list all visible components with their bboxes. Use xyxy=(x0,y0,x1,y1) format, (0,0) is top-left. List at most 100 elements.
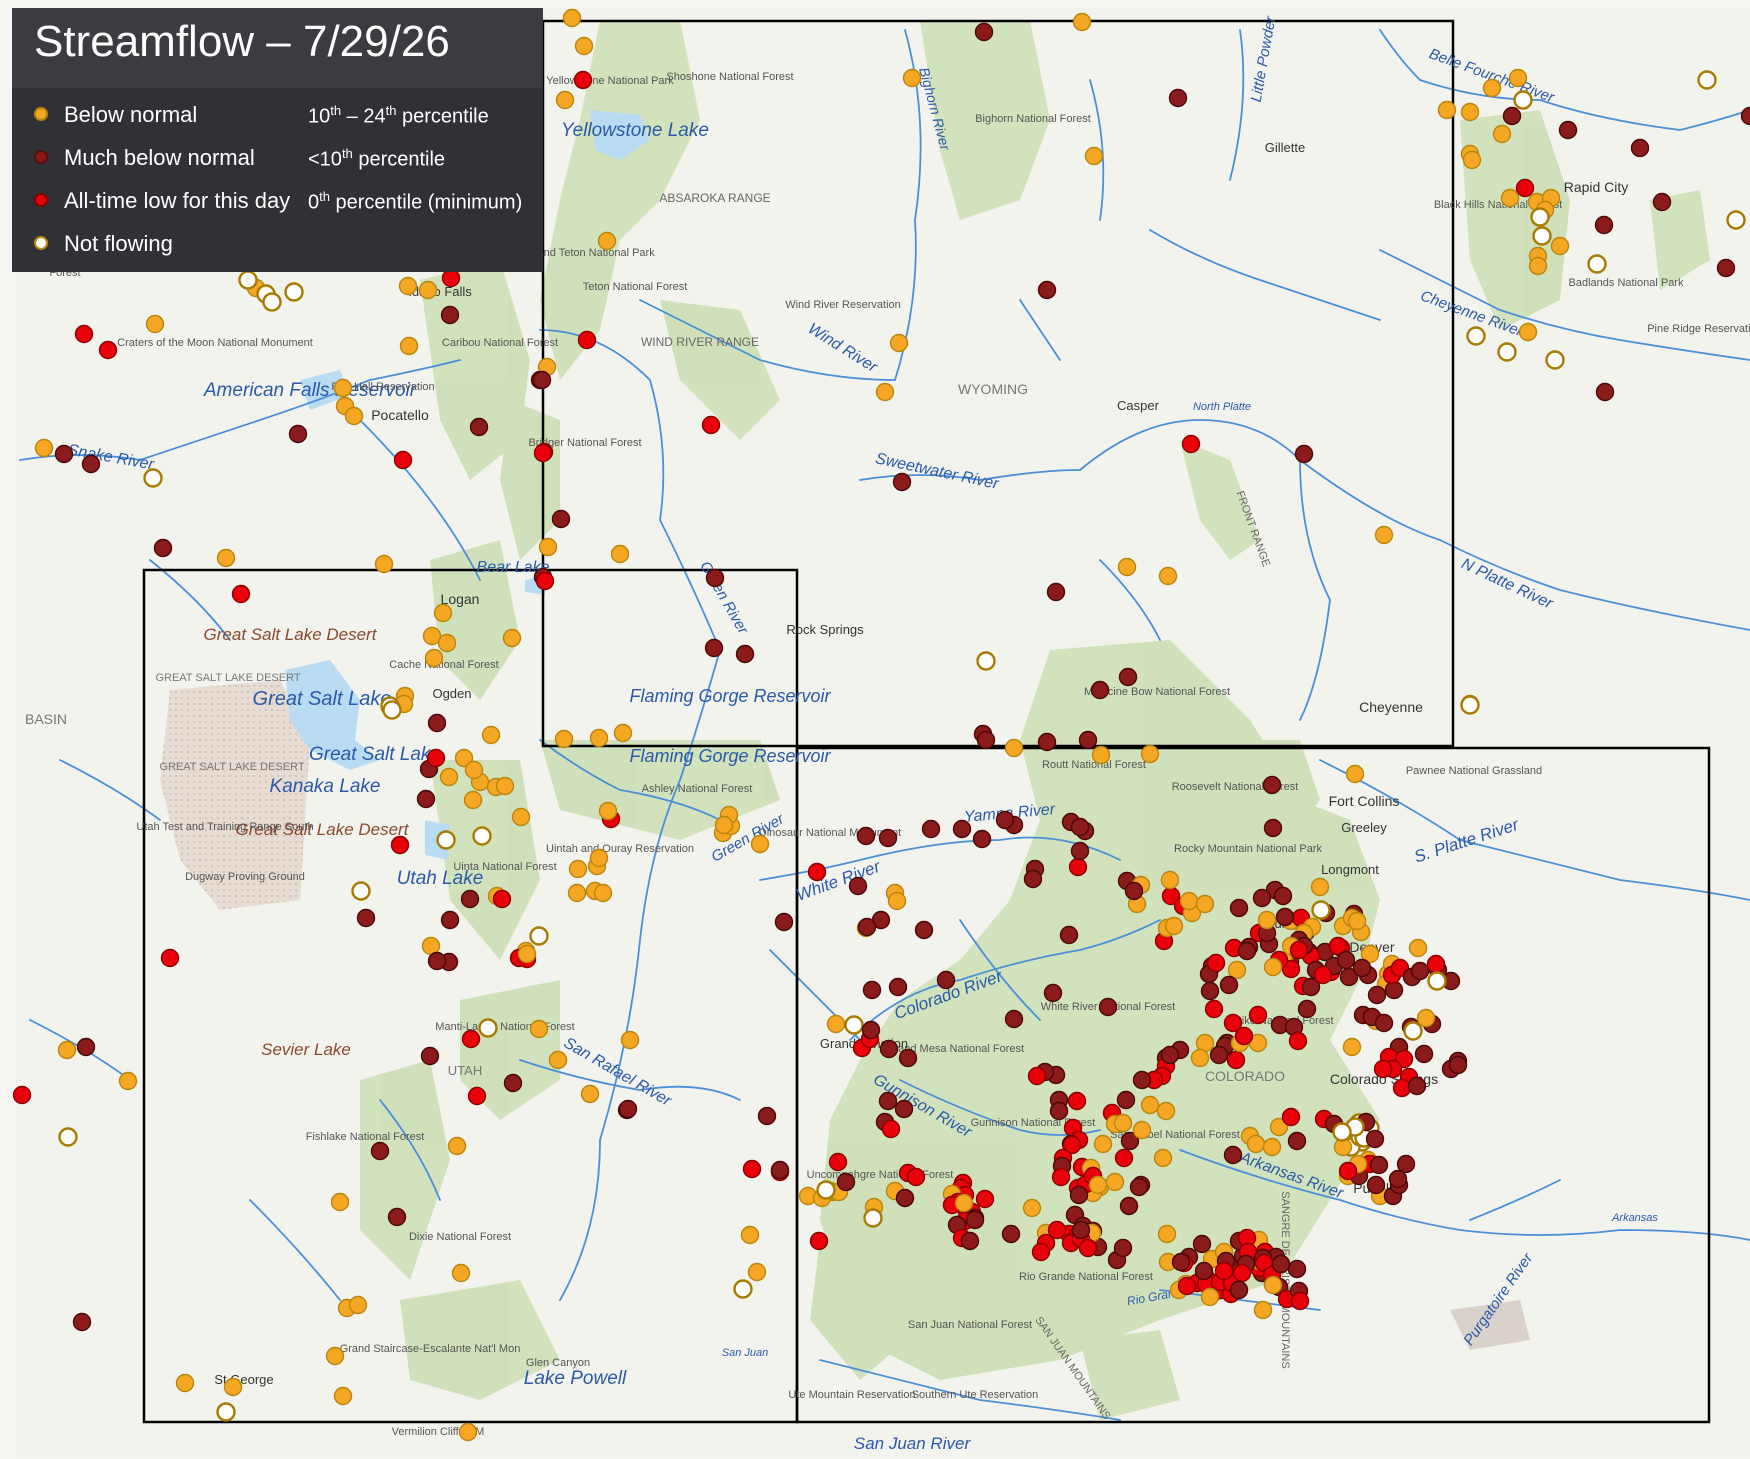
gauge-much-below-normal[interactable] xyxy=(892,472,912,492)
gauge-not-flowing[interactable] xyxy=(351,881,371,901)
gauge-all-time-low[interactable] xyxy=(828,1152,848,1172)
gauge-below-normal[interactable] xyxy=(1408,938,1428,958)
gauge-much-below-normal[interactable] xyxy=(921,819,941,839)
gauge-below-normal[interactable] xyxy=(1263,1275,1283,1295)
gauge-much-below-normal[interactable] xyxy=(1209,1045,1229,1065)
gauge-all-time-low[interactable] xyxy=(1313,965,1333,985)
gauge-all-time-low[interactable] xyxy=(1288,1031,1308,1051)
gauge-much-below-normal[interactable] xyxy=(427,713,447,733)
gauge-much-below-normal[interactable] xyxy=(153,538,173,558)
gauge-below-normal[interactable] xyxy=(1227,960,1247,980)
gauge-much-below-normal[interactable] xyxy=(1116,1090,1136,1110)
gauge-much-below-normal[interactable] xyxy=(503,1073,523,1093)
gauge-below-normal[interactable] xyxy=(374,554,394,574)
gauge-below-normal[interactable] xyxy=(875,382,895,402)
gauge-below-normal[interactable] xyxy=(747,1262,767,1282)
gauge-below-normal[interactable] xyxy=(145,314,165,334)
gauge-all-time-low[interactable] xyxy=(1234,1026,1254,1046)
gauge-much-below-normal[interactable] xyxy=(1171,1252,1191,1272)
gauge-much-below-normal[interactable] xyxy=(1384,980,1404,1000)
gauge-below-normal[interactable] xyxy=(1132,1120,1152,1140)
gauge-below-normal[interactable] xyxy=(1093,1134,1113,1154)
gauge-below-normal[interactable] xyxy=(1164,916,1184,936)
gauge-much-below-normal[interactable] xyxy=(416,789,436,809)
gauge-below-normal[interactable] xyxy=(1156,1101,1176,1121)
gauge-below-normal[interactable] xyxy=(613,723,633,743)
gauge-below-normal[interactable] xyxy=(348,1295,368,1315)
gauge-below-normal[interactable] xyxy=(1113,1113,1133,1133)
gauge-below-normal[interactable] xyxy=(1508,68,1528,88)
gauge-below-normal[interactable] xyxy=(593,883,613,903)
gauge-much-below-normal[interactable] xyxy=(460,889,480,909)
gauge-all-time-low[interactable] xyxy=(701,415,721,435)
gauge-all-time-low[interactable] xyxy=(1204,999,1224,1019)
gauge-much-below-normal[interactable] xyxy=(1414,1044,1434,1064)
gauge-not-flowing[interactable] xyxy=(1311,900,1331,920)
gauge-all-time-low[interactable] xyxy=(441,268,461,288)
gauge-not-flowing[interactable] xyxy=(382,700,402,720)
gauge-not-flowing[interactable] xyxy=(143,468,163,488)
gauge-much-below-normal[interactable] xyxy=(1410,961,1430,981)
gauge-below-normal[interactable] xyxy=(1088,1175,1108,1195)
gauge-below-normal[interactable] xyxy=(580,1084,600,1104)
gauge-below-normal[interactable] xyxy=(517,944,537,964)
gauge-much-below-normal[interactable] xyxy=(878,828,898,848)
gauge-below-normal[interactable] xyxy=(1500,188,1520,208)
gauge-much-below-normal[interactable] xyxy=(1366,1175,1386,1195)
gauge-below-normal[interactable] xyxy=(1022,1198,1042,1218)
gauge-all-time-low[interactable] xyxy=(1181,434,1201,454)
gauge-all-time-low[interactable] xyxy=(1392,1078,1412,1098)
gauge-below-normal[interactable] xyxy=(1492,124,1512,144)
gauge-below-normal[interactable] xyxy=(424,648,444,668)
gauge-much-below-normal[interactable] xyxy=(894,1099,914,1119)
gauge-much-below-normal[interactable] xyxy=(1448,1055,1468,1075)
gauge-all-time-low[interactable] xyxy=(807,862,827,882)
gauge-not-flowing[interactable] xyxy=(284,282,304,302)
gauge-below-normal[interactable] xyxy=(1157,1224,1177,1244)
gauge-much-below-normal[interactable] xyxy=(974,22,994,42)
gauge-below-normal[interactable] xyxy=(1158,566,1178,586)
gauge-much-below-normal[interactable] xyxy=(420,1046,440,1066)
gauge-below-normal[interactable] xyxy=(216,548,236,568)
gauge-below-normal[interactable] xyxy=(1200,1287,1220,1307)
gauge-much-below-normal[interactable] xyxy=(1595,382,1615,402)
gauge-below-normal[interactable] xyxy=(1140,744,1160,764)
gauge-much-below-normal[interactable] xyxy=(1113,1238,1133,1258)
gauge-much-below-normal[interactable] xyxy=(757,1106,777,1126)
gauge-not-flowing[interactable] xyxy=(863,1208,883,1228)
gauge-below-normal[interactable] xyxy=(330,1192,350,1212)
gauge-below-normal[interactable] xyxy=(538,537,558,557)
gauge-much-below-normal[interactable] xyxy=(770,1160,790,1180)
gauge-all-time-low[interactable] xyxy=(98,340,118,360)
gauge-much-below-normal[interactable] xyxy=(1219,975,1239,995)
gauge-all-time-low[interactable] xyxy=(1031,1242,1051,1262)
gauge-much-below-normal[interactable] xyxy=(1273,886,1293,906)
gauge-all-time-low[interactable] xyxy=(1206,953,1226,973)
gauge-much-below-normal[interactable] xyxy=(618,1099,638,1119)
gauge-all-time-low[interactable] xyxy=(1248,1005,1268,1025)
gauge-below-normal[interactable] xyxy=(568,859,588,879)
gauge-below-normal[interactable] xyxy=(1179,891,1199,911)
gauge-not-flowing[interactable] xyxy=(1497,342,1517,362)
gauge-much-below-normal[interactable] xyxy=(440,910,460,930)
gauge-below-normal[interactable] xyxy=(826,1014,846,1034)
gauge-much-below-normal[interactable] xyxy=(1070,841,1090,861)
gauge-all-time-low[interactable] xyxy=(492,889,512,909)
gauge-below-normal[interactable] xyxy=(548,1050,568,1070)
gauge-much-below-normal[interactable] xyxy=(440,305,460,325)
gauge-much-below-normal[interactable] xyxy=(976,730,996,750)
gauge-much-below-normal[interactable] xyxy=(1118,667,1138,687)
gauge-much-below-normal[interactable] xyxy=(1098,997,1118,1017)
gauge-much-below-normal[interactable] xyxy=(1124,881,1144,901)
gauge-much-below-normal[interactable] xyxy=(848,876,868,896)
gauge-all-time-low[interactable] xyxy=(1290,1291,1310,1311)
gauge-much-below-normal[interactable] xyxy=(995,810,1015,830)
gauge-all-time-low[interactable] xyxy=(573,70,593,90)
gauge-below-normal[interactable] xyxy=(325,1346,345,1366)
gauge-much-below-normal[interactable] xyxy=(704,638,724,658)
gauge-all-time-low[interactable] xyxy=(393,450,413,470)
gauge-not-flowing[interactable] xyxy=(1513,90,1533,110)
gauge-below-normal[interactable] xyxy=(433,603,453,623)
gauge-below-normal[interactable] xyxy=(511,807,531,827)
gauge-much-below-normal[interactable] xyxy=(1252,888,1272,908)
